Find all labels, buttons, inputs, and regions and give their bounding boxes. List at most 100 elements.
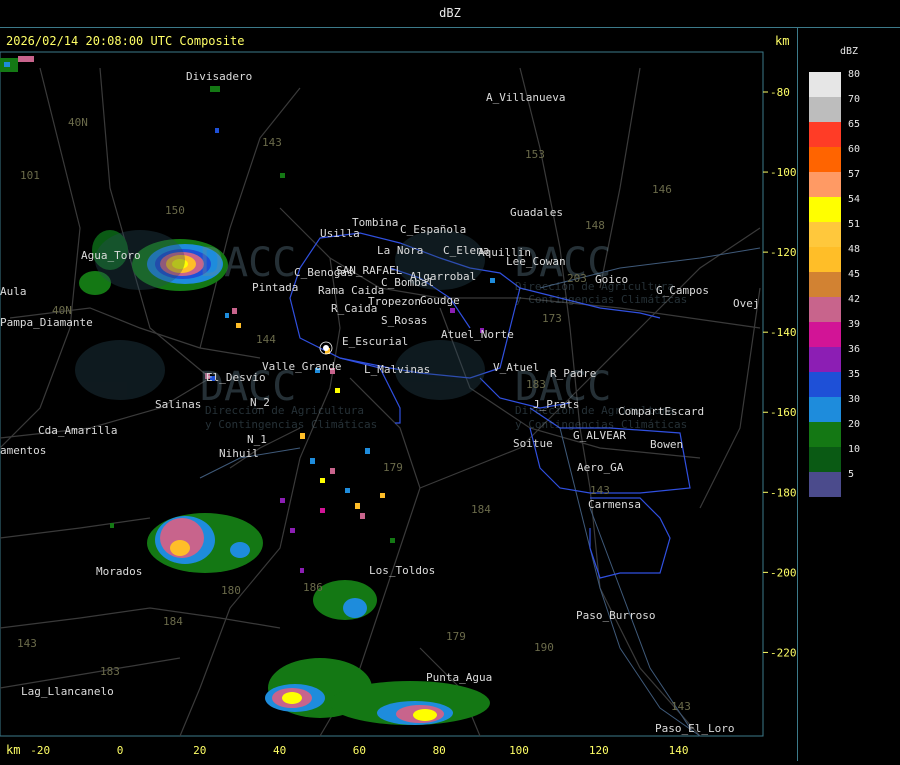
legend-swatch [809,447,841,472]
place-label: Algarrobal [410,270,476,283]
route-label: 150 [165,204,185,217]
window-title: dBZ [439,6,461,20]
place-label: Ovej [733,297,760,310]
legend-title: dBZ [840,46,858,57]
place-label: Pampa_Diamante [0,316,93,329]
place-label: G_Campos [656,284,709,297]
x-tick-label: 120 [589,744,609,757]
legend-swatch [809,322,841,347]
route-label: 203 [567,272,587,285]
legend-swatch [809,197,841,222]
route-label: 146 [652,183,672,196]
legend-label: 80 [848,69,860,80]
legend-swatch [809,472,841,497]
legend-label: 39 [848,319,860,330]
place-label: Agua_Toro [81,249,141,262]
legend-label: 5 [848,469,854,480]
route-label: 183 [100,665,120,678]
legend-swatch [809,247,841,272]
route-label: 173 [542,312,562,325]
place-label: Paso_El_Loro [655,722,734,735]
place-label: Paso_Burroso [576,609,655,622]
route-label: 148 [585,219,605,232]
route-label: 184 [471,503,491,516]
legend-swatch [809,422,841,447]
y-tick-label: -80 [770,86,790,99]
legend-swatch [809,222,841,247]
place-label: Pintada [252,281,298,294]
route-label: 101 [20,169,40,182]
route-label: 190 [534,641,554,654]
place-label: S_Rosas [381,314,427,327]
legend-label: 54 [848,194,860,205]
x-tick-label: -20 [30,744,50,757]
place-label: Goico [595,273,628,286]
watermark-line2: y Contingencias Climáticas [205,418,377,431]
place-label: Punta_Agua [426,671,492,684]
y-tick-label: -160 [770,406,797,419]
legend-swatch [809,272,841,297]
route-label: 143 [590,484,610,497]
place-label: Aula [0,285,27,298]
place-label: R_Padre [550,367,596,380]
timestamp-label: 2026/02/14 20:08:00 UTC Composite [6,34,244,48]
watermark-brand: DACC [200,240,296,286]
place-label: L_Malvinas [364,363,430,376]
place-label: Morados [96,565,142,578]
y-axis-ticks: -80 -100 -120 -140 -160 -180 -200 -220 [763,86,797,659]
radar-map-canvas[interactable]: DACC DACC DACC DACC Dirección de Agricul… [0,28,798,761]
legend-label: 60 [848,144,860,155]
x-tick-label: 140 [669,744,689,757]
radar-map[interactable]: DACC DACC DACC DACC Dirección de Agricul… [0,28,798,761]
legend-swatch [809,97,841,122]
route-label: 186 [303,581,323,594]
x-tick-label: 100 [509,744,529,757]
x-tick-label: 80 [433,744,446,757]
x-axis-unit: km [6,743,20,757]
place-label: J_Prats [533,398,579,411]
route-label: 183 [526,378,546,391]
legend-label: 10 [848,444,860,455]
route-label: 144 [256,333,276,346]
place-label: Guadales [510,206,563,219]
legend-label: 35 [848,369,860,380]
y-tick-label: -140 [770,326,797,339]
legend-swatch [809,172,841,197]
y-tick-label: -120 [770,246,797,259]
place-label: amentos [0,444,46,457]
place-label: Goudge [420,294,460,307]
place-label: Atuel_Norte [441,328,514,341]
place-label: Divisadero [186,70,252,83]
title-bar: dBZ [0,0,900,28]
x-tick-label: 60 [353,744,366,757]
place-label: Aero_GA [577,461,624,474]
y-tick-label: -220 [770,646,797,659]
place-label: C_Española [400,223,466,236]
route-label: 40N [68,116,88,129]
y-tick-label: -100 [770,166,797,179]
place-label: CompartEscard [618,405,704,418]
legend-label: 70 [848,94,860,105]
place-label: Los_Toldos [369,564,435,577]
x-axis-ticks: -20 0 20 40 60 80 100 120 140 [30,744,688,757]
place-label: E_Escurial [342,335,408,348]
route-label: 179 [446,630,466,643]
place-label: C_Benogas [294,266,354,279]
legend-label: 45 [848,269,860,280]
legend-swatch [809,122,841,147]
route-label: 180 [221,584,241,597]
place-label: R_Caida [331,302,377,315]
place-label: Nihuil [219,447,259,460]
place-label: V_Atuel [493,361,539,374]
route-label: 184 [163,615,183,628]
place-label: G_ALVEAR [573,429,626,442]
place-label: Cda_Amarilla [38,424,117,437]
legend-label: 48 [848,244,860,255]
place-label: Carmensa [588,498,641,511]
legend-swatch [809,397,841,422]
x-tick-label: 0 [117,744,124,757]
legend-label: 42 [848,294,860,305]
place-label: Bowen [650,438,683,451]
place-label: Lee_Cowan [506,255,566,268]
place-label: Lag_Llancanelo [21,685,114,698]
